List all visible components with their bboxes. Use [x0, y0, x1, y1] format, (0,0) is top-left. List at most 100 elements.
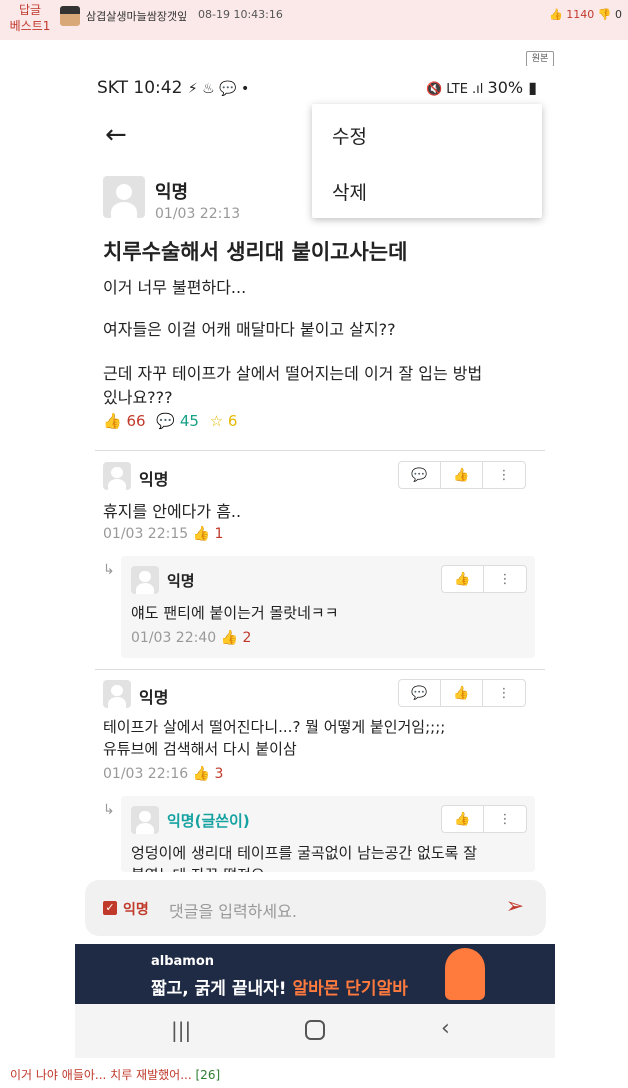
- star-icon[interactable]: ☆: [210, 412, 223, 430]
- thumbs-down-icon[interactable]: 👎: [598, 8, 612, 21]
- reply-text-line: 붙였는데 자꾸 떨져요: [131, 864, 265, 872]
- comment-avatar: [103, 680, 131, 708]
- like-icon[interactable]: 👍: [441, 680, 483, 706]
- reply-arrow-icon: ↳: [103, 802, 115, 818]
- reply-time: 01/03 22:40: [131, 630, 217, 646]
- reply-author-op: 익명(글쓴이): [167, 812, 250, 830]
- comment-actions: 💬 👍 ⋮: [398, 461, 526, 489]
- mascot-image: [445, 948, 485, 1000]
- status-bar-right: 🔇 LTE .ıl 30% ▮: [426, 78, 537, 97]
- comment-like-count: 3: [214, 766, 224, 782]
- comment-time: 01/03 22:16: [103, 766, 189, 782]
- comment-count: 45: [179, 412, 199, 430]
- post-title: 치루수술해서 생리대 붙이고사는데: [103, 240, 408, 264]
- post-stats: 👍 66 💬 45 ☆ 6: [103, 412, 237, 430]
- comment-like-count: 1: [214, 526, 224, 542]
- next-post-title[interactable]: 이거 나야 애들아... 치루 재발했어...: [10, 1068, 192, 1082]
- reply-like-count: 2: [242, 630, 252, 646]
- battery-level: 30%: [487, 78, 524, 97]
- banner-highlight: 알바몬 단기알바: [292, 979, 408, 999]
- like-icon[interactable]: 👍: [193, 766, 210, 782]
- post-body-line: 있나요???: [103, 388, 173, 407]
- recent-apps-icon[interactable]: |||: [171, 1018, 191, 1042]
- reply-avatar: [131, 566, 159, 594]
- comment-input-bar: ✓ 익명 댓글을 입력하세요. ➢: [85, 880, 546, 936]
- author-nickname[interactable]: 삼겹살생마늘쌈장갯잎: [86, 8, 187, 24]
- reply-meta: 01/03 22:40 👍 2: [131, 630, 251, 646]
- back-icon[interactable]: ‹: [441, 1016, 450, 1041]
- like-icon[interactable]: 👍: [442, 806, 484, 832]
- divider: [95, 450, 545, 451]
- comment-time: 01/03 22:15: [103, 526, 189, 542]
- like-icon[interactable]: 👍: [221, 630, 238, 646]
- reply-badge: 답글 베스트1: [8, 2, 52, 34]
- phone-screenshot: SKT 10:42 ⚡ ♨ 💬 • 🔇 LTE .ıl 30% ▮ ← 익명 0…: [75, 66, 555, 1058]
- reply-arrow-icon: ↳: [103, 562, 115, 578]
- comment-author: 익명: [139, 688, 169, 707]
- vote-counts: 👍 1140 👎 0: [549, 8, 622, 21]
- post-body-line: 이거 너무 불편하다...: [103, 278, 247, 297]
- options-menu: 수정 삭제: [312, 104, 542, 218]
- anonymous-label: 익명: [123, 902, 149, 918]
- comment-input[interactable]: 댓글을 입력하세요.: [169, 898, 297, 922]
- reply-icon[interactable]: 💬: [399, 462, 441, 488]
- post-time: 01/03 22:13: [155, 206, 241, 222]
- next-post-comment-count: [26]: [195, 1068, 221, 1082]
- comment-author: 익명: [139, 470, 169, 489]
- post-header-bar: 답글 베스트1 삼겹살생마늘쌈장갯잎 08-19 10:43:16 👍 1140…: [0, 0, 628, 40]
- more-icon[interactable]: ⋮: [483, 462, 525, 488]
- more-icon[interactable]: ⋮: [484, 566, 526, 592]
- status-bar-left: SKT 10:42 ⚡ ♨ 💬 •: [97, 78, 249, 98]
- battery-icon: ▮: [528, 78, 537, 97]
- reply-actions: 👍 ⋮: [441, 565, 527, 593]
- user-avatar[interactable]: [60, 6, 80, 26]
- post-body-line: 여자들은 이걸 어캐 매달마다 붙이고 살지??: [103, 320, 396, 339]
- comment-actions: 💬 👍 ⋮: [398, 679, 526, 707]
- like-icon[interactable]: 👍: [442, 566, 484, 592]
- reply-icon[interactable]: 💬: [399, 680, 441, 706]
- reply-avatar: [131, 806, 159, 834]
- send-icon[interactable]: ➢: [506, 894, 524, 919]
- reply-text: 얘도 팬티에 붙이는거 몰랏네ㅋㅋ: [131, 604, 339, 622]
- post-body-line: 근데 자꾸 테이프가 살에서 떨어지는데 이거 잘 입는 방법: [103, 364, 483, 383]
- more-icon[interactable]: ⋮: [483, 680, 525, 706]
- carrier-time: SKT 10:42: [97, 78, 183, 98]
- scrap-count: 6: [227, 412, 238, 430]
- comment-icon: 💬: [156, 412, 176, 430]
- notification-icons: ⚡ ♨ 💬 •: [187, 81, 250, 97]
- post-author-avatar: [103, 176, 145, 218]
- more-icon[interactable]: ⋮: [484, 806, 526, 832]
- signal-icon: 🔇 LTE .ıl: [425, 82, 488, 97]
- best-label: 베스트1: [9, 19, 51, 33]
- original-image-button[interactable]: 원본: [526, 51, 554, 67]
- comment-text: 휴지를 안에다가 흠..: [103, 502, 242, 521]
- menu-item-delete[interactable]: 삭제: [332, 178, 367, 205]
- upvote-count: 1140: [566, 8, 595, 21]
- comment-meta: 01/03 22:15 👍 1: [103, 526, 223, 542]
- like-count: 66: [126, 412, 146, 430]
- menu-item-edit[interactable]: 수정: [332, 122, 367, 149]
- post-timestamp: 08-19 10:43:16: [198, 8, 283, 21]
- post-author: 익명: [155, 182, 189, 203]
- like-icon[interactable]: 👍: [441, 462, 483, 488]
- downvote-count: 0: [615, 8, 622, 21]
- reply-text-line: 엉덩이에 생리대 테이프를 굴곡없이 남는공간 없도록 잘: [131, 844, 478, 862]
- comment-avatar: [103, 462, 131, 490]
- reply-label: 답글: [18, 3, 42, 17]
- like-icon[interactable]: 👍: [103, 412, 122, 430]
- thumbs-up-icon[interactable]: 👍: [549, 8, 563, 21]
- banner-slogan-text: 짧고, 굵게 끝내자!: [151, 979, 287, 999]
- reply-author: 익명: [167, 572, 195, 590]
- divider: [95, 669, 545, 670]
- comment-text-line: 테이프가 살에서 떨어진다니...? 뭘 어떻게 붙인거임;;;;: [103, 718, 446, 736]
- ad-banner[interactable]: albamon 짧고, 굵게 끝내자! 알바몬 단기알바: [75, 944, 555, 1004]
- home-icon[interactable]: [305, 1020, 325, 1040]
- comment-meta: 01/03 22:16 👍 3: [103, 766, 223, 782]
- anonymous-checkbox[interactable]: ✓: [103, 901, 117, 915]
- banner-brand: albamon: [151, 954, 215, 969]
- reply-actions: 👍 ⋮: [441, 805, 527, 833]
- like-icon[interactable]: 👍: [193, 526, 210, 542]
- android-nav-bar: ||| ‹: [75, 1004, 555, 1058]
- next-post-link[interactable]: 이거 나야 애들아... 치루 재발했어... [26]: [10, 1066, 220, 1083]
- back-arrow-icon[interactable]: ←: [105, 120, 127, 150]
